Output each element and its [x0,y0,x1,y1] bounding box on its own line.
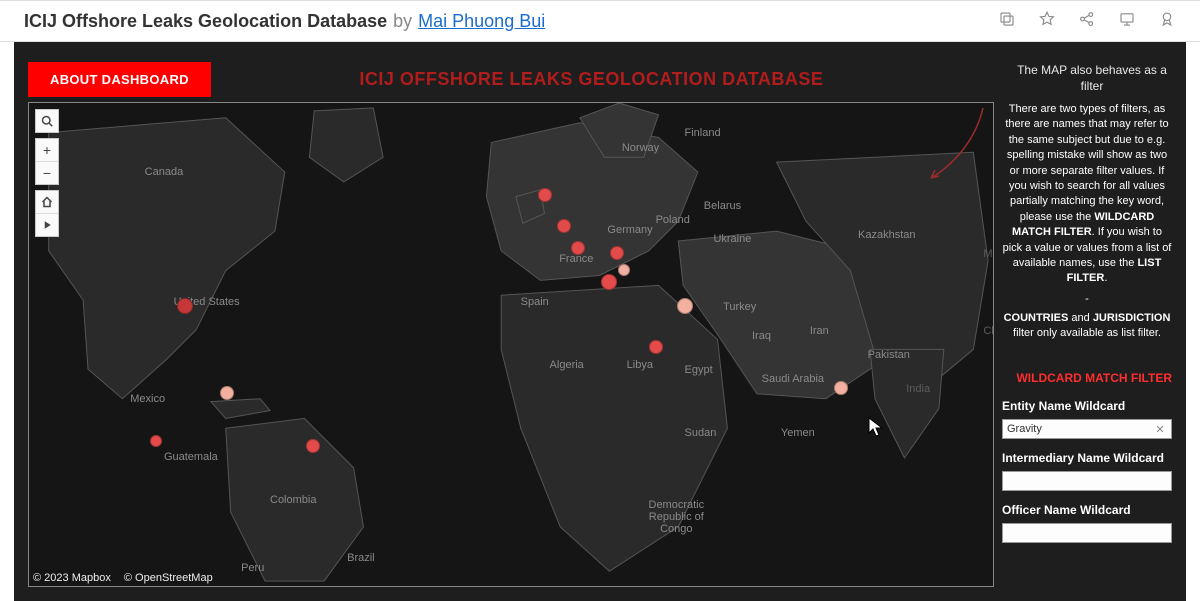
officer-wildcard-label: Officer Name Wildcard [1002,503,1172,517]
mouse-cursor-icon [868,417,884,437]
filter-help-text: There are two types of filters, as there… [1002,102,1172,287]
map-data-point[interactable] [834,381,848,395]
map-attribution: © 2023 Mapbox © OpenStreetMap [33,572,223,584]
map-zoom-in-button[interactable]: + [36,139,58,162]
by-label: by [393,11,412,32]
wildcard-filter-heading: WILDCARD MATCH FILTER [1002,371,1172,385]
clear-icon[interactable]: ✕ [1153,422,1167,436]
badge-icon[interactable] [1158,10,1176,33]
map-zoom-out-button[interactable]: − [36,162,58,184]
map-controls: + − [35,109,59,237]
map-data-point[interactable] [618,264,630,276]
map-data-point[interactable] [220,386,234,400]
page-header: ICIJ Offshore Leaks Geolocation Database… [0,1,1200,42]
map-filter-note: The MAP also behaves as a filter [1012,63,1172,94]
officer-wildcard-input[interactable] [1002,523,1172,543]
about-dashboard-button[interactable]: ABOUT DASHBOARD [28,62,211,97]
map-data-point[interactable] [610,246,624,260]
map-data-point[interactable] [571,241,585,255]
star-icon[interactable] [1038,10,1056,33]
entity-wildcard-input[interactable]: Gravity ✕ [1002,419,1172,439]
map-play-button[interactable] [36,214,58,236]
map-data-point[interactable] [306,439,320,453]
present-icon[interactable] [1118,10,1136,33]
page-title: ICIJ Offshore Leaks Geolocation Database [24,11,387,32]
map-data-point[interactable] [557,219,571,233]
header-toolbar [998,10,1176,33]
separator: - [1002,293,1172,305]
mapbox-attrib[interactable]: © 2023 Mapbox [33,572,111,584]
dashboard: ABOUT DASHBOARD ICIJ OFFSHORE LEAKS GEOL… [14,42,1186,601]
map-data-point[interactable] [177,298,193,314]
intermediary-wildcard-input[interactable] [1002,471,1172,491]
entity-wildcard-value: Gravity [1007,423,1153,435]
map-data-point[interactable] [538,188,552,202]
map-panel[interactable]: CanadaUnited StatesMexicoGuatemalaColomb… [28,102,994,587]
copy-icon[interactable] [998,10,1016,33]
osm-attrib[interactable]: © OpenStreetMap [124,572,213,584]
filter-side-panel: There are two types of filters, as there… [1002,102,1172,587]
countries-note: COUNTRIES and JURISDICTION filter only a… [1002,311,1172,342]
map-data-point[interactable] [601,274,617,290]
map-data-point[interactable] [150,435,162,447]
author-link[interactable]: Mai Phuong Bui [418,11,545,32]
map-home-button[interactable] [36,191,58,214]
world-map [29,103,993,586]
map-data-point[interactable] [649,340,663,354]
intermediary-wildcard-label: Intermediary Name Wildcard [1002,451,1172,465]
entity-wildcard-label: Entity Name Wildcard [1002,399,1172,413]
dashboard-title: ICIJ OFFSHORE LEAKS GEOLOCATION DATABASE [191,69,992,90]
map-search-icon[interactable] [36,110,58,132]
share-icon[interactable] [1078,10,1096,33]
map-data-point[interactable] [677,298,693,314]
